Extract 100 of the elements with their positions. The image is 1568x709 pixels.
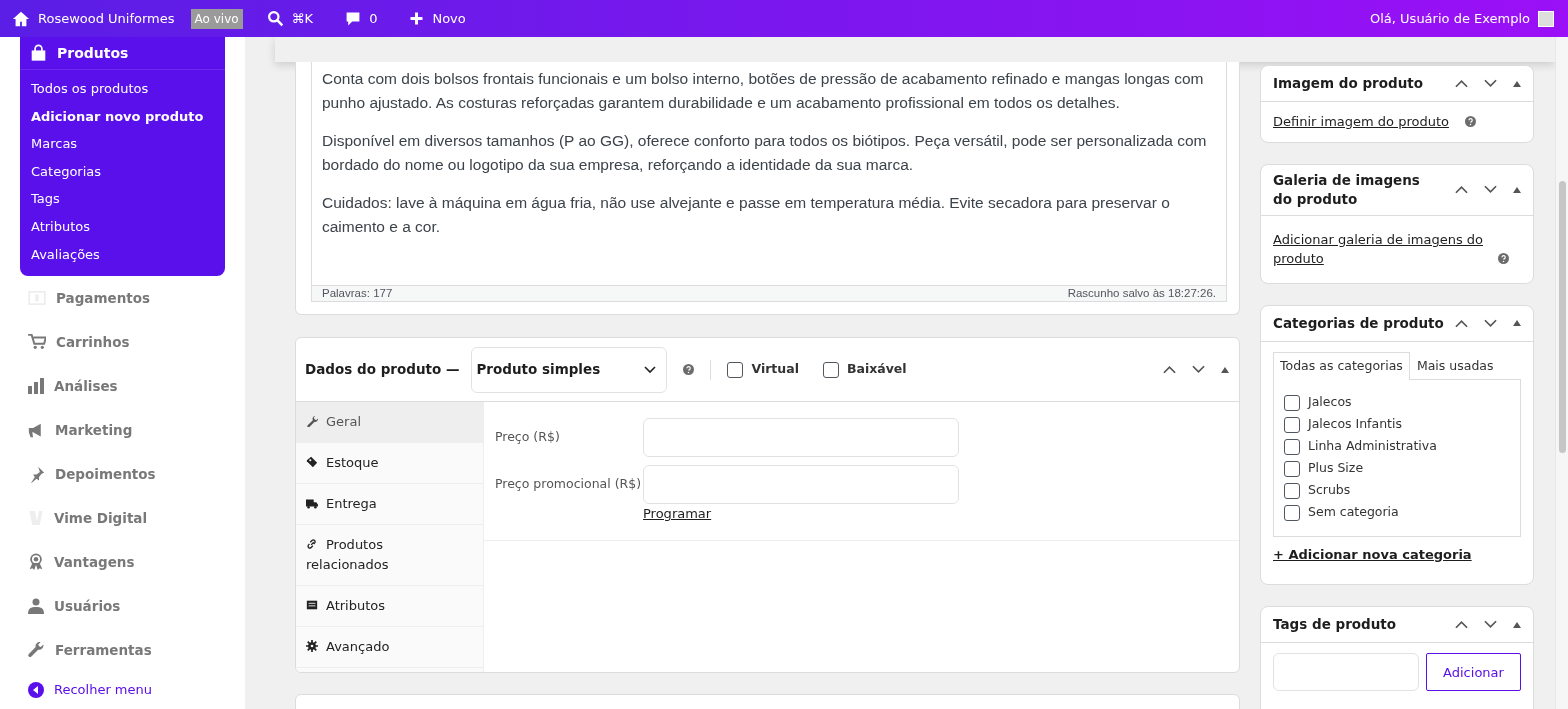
category-tab[interactable]: Mais usadas	[1409, 351, 1501, 380]
flyout-title[interactable]: Produtos	[57, 42, 129, 64]
help-icon	[1464, 116, 1476, 128]
submenu-item[interactable]: Tags	[20, 185, 225, 213]
sidebar-item[interactable]: Vime Digital	[54, 508, 148, 529]
word-count: Palavras: 177	[322, 286, 393, 301]
tag-icon	[306, 456, 318, 468]
live-badge: Ao vivo	[190, 8, 243, 29]
home-icon[interactable]	[12, 9, 30, 28]
panel-title: Dados do produto —	[305, 360, 460, 380]
product-data-tab[interactable]: Atributos	[296, 586, 483, 627]
link-icon	[306, 538, 318, 550]
sidebar-item[interactable]: Carrinhos	[56, 332, 130, 353]
checkbox-label: Scrubs	[1308, 481, 1351, 500]
schedule-link[interactable]: Programar	[643, 506, 712, 521]
sidebar-item[interactable]: Depoimentos	[55, 464, 156, 485]
add-gallery-link[interactable]: Adicionar galeria de imagens do produto	[1273, 229, 1488, 269]
search-icon[interactable]	[266, 10, 284, 27]
field-label: Preço (R$)	[495, 428, 561, 447]
new-link[interactable]: Novo	[432, 8, 466, 29]
gear-icon	[306, 640, 318, 652]
editor-paragraph: Disponível em diversos tamanhos (P ao GG), oferece conforto para todos os biótipos. Peça versátil, pode ser personalizada com bordado do nome ou logotipo da sua empresa, reforçando a identidade da sua marca.	[322, 131, 1208, 175]
chevron-up-icon[interactable]	[1163, 365, 1176, 374]
product-type-select[interactable]: Produto simples	[471, 346, 668, 393]
chevron-up-icon[interactable]	[1455, 620, 1468, 630]
checkbox[interactable]	[1284, 416, 1300, 433]
category-tab[interactable]: Todas as categorias	[1273, 351, 1410, 380]
sidebar-item[interactable]: Pagamentos	[56, 288, 150, 309]
cart-icon	[28, 334, 46, 351]
chevron-up-icon[interactable]	[1455, 185, 1468, 194]
price-field[interactable]	[643, 418, 959, 457]
checkbox[interactable]	[822, 361, 839, 378]
sidebar-item[interactable]: Usuários	[54, 596, 121, 617]
editor-paragraph: Cuidados: lave à máquina em água fria, não use alvejante e passe em temperatura média. Evite secadora para preservar o caimento e a cor.	[322, 193, 1171, 237]
tag-input[interactable]	[1273, 653, 1419, 692]
scrollbar-thumb[interactable]	[1559, 181, 1566, 453]
checkbox[interactable]	[1284, 394, 1300, 411]
add-tag-button[interactable]: Adicionar	[1426, 653, 1521, 692]
sidebar-item[interactable]: Marketing	[55, 420, 133, 441]
draft-saved-status: Rascunho salvo às 18:27:26.	[1067, 286, 1216, 301]
collapse-triangle-icon[interactable]	[1513, 621, 1521, 628]
bag-icon	[30, 44, 47, 62]
panel-title: Tags de produto	[1273, 615, 1397, 635]
checkbox[interactable]	[727, 361, 744, 378]
checkbox[interactable]	[1284, 438, 1300, 455]
wrench-icon	[306, 415, 318, 427]
chevron-up-icon[interactable]	[1455, 318, 1468, 328]
product-data-tab[interactable]: Estoque	[296, 443, 483, 484]
submenu-item[interactable]: Atributos	[20, 212, 225, 241]
panel-title: Categorias de produto	[1273, 313, 1444, 333]
set-image-link[interactable]: Definir imagem do produto	[1273, 112, 1449, 132]
price-field[interactable]	[643, 465, 959, 504]
bar-chart-icon	[28, 378, 44, 395]
add-category-link[interactable]: + Adicionar nova categoria	[1273, 544, 1472, 564]
table-icon	[306, 599, 318, 611]
sidebar-item[interactable]: Vantagens	[54, 552, 135, 573]
checkbox-label: Jalecos Infantis	[1308, 415, 1402, 434]
collapse-menu-link[interactable]: Recolher menu	[54, 680, 152, 700]
greeting-link[interactable]: Olá, Usuário de Exemplo	[1370, 8, 1530, 29]
award-icon	[28, 553, 44, 572]
checkbox-label: Baixável	[846, 360, 907, 379]
product-data-tab[interactable]: Produtos relacionados	[296, 525, 483, 586]
plus-icon[interactable]	[409, 11, 425, 26]
caret-icon	[644, 365, 657, 374]
collapse-triangle-icon[interactable]	[1513, 80, 1521, 87]
product-data-tab[interactable]: Avançado	[296, 627, 483, 668]
search-shortcut-link[interactable]: ⌘K	[291, 8, 314, 29]
collapse-triangle-icon[interactable]	[1513, 186, 1521, 193]
comments-count-link[interactable]: 0	[369, 8, 378, 29]
sidebar-item[interactable]: Ferramentas	[55, 640, 152, 661]
checkbox[interactable]	[1284, 482, 1300, 499]
scrollbar[interactable]	[1555, 37, 1568, 709]
site-name-link[interactable]: Rosewood Uniformes	[38, 8, 175, 29]
chevron-down-icon[interactable]	[1192, 365, 1205, 374]
product-data-tab[interactable]: Geral	[296, 402, 483, 443]
submenu-item[interactable]: Categorias	[20, 157, 225, 186]
help-icon	[1498, 253, 1509, 264]
wrench-icon	[28, 641, 45, 659]
collapse-triangle-icon[interactable]	[1221, 366, 1229, 373]
chevron-down-icon[interactable]	[1484, 79, 1497, 88]
chevron-down-icon[interactable]	[1484, 185, 1497, 194]
checkbox[interactable]	[1284, 504, 1300, 521]
checkbox-label: Virtual	[751, 360, 799, 379]
submenu-item[interactable]: Adicionar novo produto	[20, 102, 225, 131]
chevron-down-icon[interactable]	[1484, 620, 1497, 630]
chevron-up-icon[interactable]	[1455, 79, 1468, 88]
help-icon	[683, 364, 695, 375]
collapse-triangle-icon[interactable]	[1513, 320, 1521, 327]
submenu-item[interactable]: Todos os produtos	[20, 75, 225, 103]
checkbox[interactable]	[1284, 460, 1300, 477]
checkbox-label: Jalecos	[1308, 393, 1352, 412]
chevron-down-icon[interactable]	[1484, 318, 1497, 328]
comment-icon[interactable]	[345, 10, 362, 27]
submenu-item[interactable]: Avaliações	[20, 240, 225, 269]
panel-title: Galeria de imagens do produto	[1273, 170, 1421, 209]
field-label: Preço promocional (R$)	[495, 475, 643, 494]
sidebar-item[interactable]: Análises	[54, 376, 118, 397]
avatar[interactable]	[1538, 10, 1554, 27]
product-data-tab[interactable]: Entrega	[296, 484, 483, 525]
submenu-item[interactable]: Marcas	[20, 130, 225, 158]
